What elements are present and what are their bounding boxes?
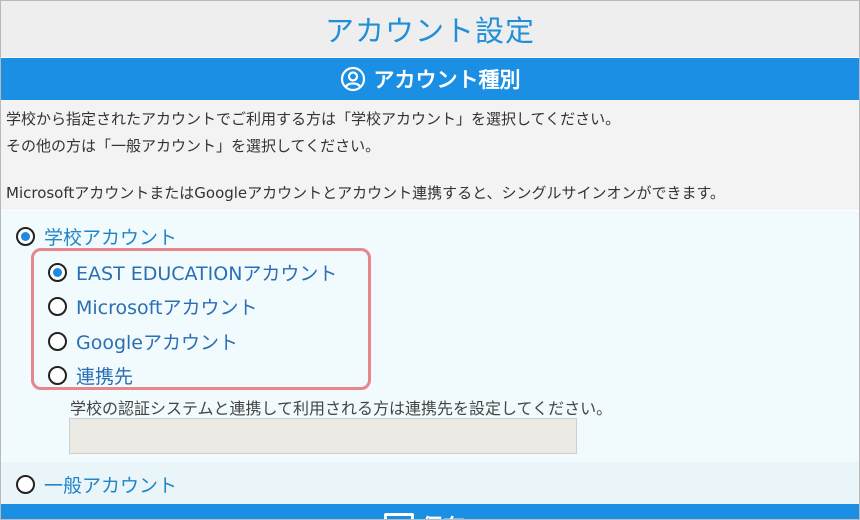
save-button-label: 保存 [421,510,465,519]
radio-google[interactable]: Googleアカウント [48,328,238,355]
description-panel: 学校から指定されたアカウントでご利用する方は「学校アカウント」を選択してください… [1,100,859,210]
radio-link-target[interactable]: 連携先 [48,362,133,389]
radio-school-account-label: 学校アカウント [44,227,178,249]
radio-google-button[interactable] [48,332,67,351]
radio-microsoft[interactable]: Microsoftアカウント [48,293,257,320]
save-icon [384,513,414,519]
description-line-3: MicrosoftアカウントまたはGoogleアカウントとアカウント連携すると、… [6,184,726,202]
radio-school-account-button[interactable] [16,227,35,246]
radio-east-education-button[interactable] [48,263,67,282]
radio-microsoft-button[interactable] [48,297,67,316]
link-target-input[interactable] [69,418,577,454]
radio-google-label: Googleアカウント [76,332,239,354]
page-title-bar: アカウント設定 [1,1,859,57]
description-line-2: その他の方は「一般アカウント」を選択してください。 [6,137,381,155]
user-circle-icon [340,66,366,92]
section-header: アカウント種別 [1,58,859,100]
description-line-1: 学校から指定されたアカウントでご利用する方は「学校アカウント」を選択してください… [6,110,621,128]
radio-general-account-button[interactable] [16,475,35,494]
radio-east-education-label: EAST EDUCATIONアカウント [76,263,338,285]
radio-general-account[interactable]: 一般アカウント [16,471,177,498]
account-settings-window: アカウント設定 アカウント種別 学校から指定されたアカウントでご利用する方は「学… [0,0,860,520]
page-title: アカウント設定 [324,14,535,48]
radio-microsoft-label: Microsoftアカウント [76,297,258,319]
radio-link-target-button[interactable] [48,366,67,385]
radio-link-target-label: 連携先 [76,366,134,388]
save-button-bar[interactable]: 保存 [1,504,859,519]
radio-east-education[interactable]: EAST EDUCATIONアカウント [48,259,337,286]
radio-general-account-label: 一般アカウント [44,475,178,497]
section-title: アカウント種別 [373,68,521,92]
radio-school-account[interactable]: 学校アカウント [16,223,177,250]
link-target-hint: 学校の認証システムと連携して利用される方は連携先を設定してください。 [70,399,613,418]
